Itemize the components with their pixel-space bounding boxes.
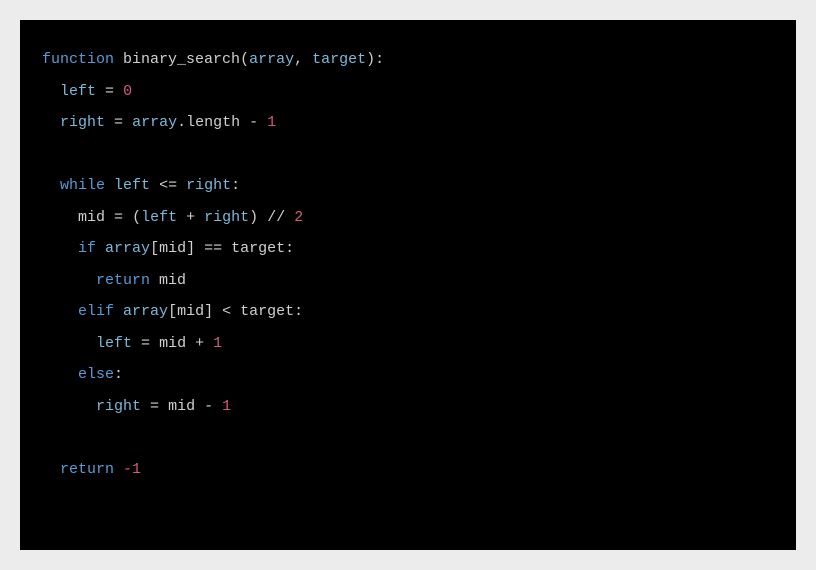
- var-mid: mid: [177, 303, 204, 320]
- op-assign: =: [105, 83, 114, 100]
- function-name: binary_search: [123, 51, 240, 68]
- var-target: target: [231, 240, 285, 257]
- var-target: target: [240, 303, 294, 320]
- var-mid: mid: [78, 209, 105, 226]
- colon: :: [375, 51, 384, 68]
- param-target: target: [312, 51, 366, 68]
- paren-open: (: [240, 51, 249, 68]
- keyword-else: else: [78, 366, 114, 383]
- var-left: left: [141, 209, 177, 226]
- code-line: return -1: [42, 454, 774, 486]
- code-line: if array[mid] == target:: [42, 233, 774, 265]
- var-right: right: [186, 177, 231, 194]
- keyword-if: if: [78, 240, 96, 257]
- var-right: right: [60, 114, 105, 131]
- op-assign: =: [141, 335, 150, 352]
- paren-open: (: [132, 209, 141, 226]
- var-mid: mid: [159, 335, 186, 352]
- var-left: left: [96, 335, 132, 352]
- code-line: elif array[mid] < target:: [42, 296, 774, 328]
- op-lt: <: [222, 303, 231, 320]
- op-assign: =: [114, 209, 123, 226]
- paren-close: ): [366, 51, 375, 68]
- number-zero: 0: [123, 83, 132, 100]
- code-line: return mid: [42, 265, 774, 297]
- bracket-close: ]: [204, 303, 213, 320]
- var-array: array: [105, 240, 150, 257]
- var-array: array: [123, 303, 168, 320]
- var-left: left: [114, 177, 150, 194]
- code-line: else:: [42, 359, 774, 391]
- code-line: mid = (left + right) // 2: [42, 202, 774, 234]
- var-mid: mid: [159, 240, 186, 257]
- paren-close: ): [249, 209, 258, 226]
- code-line: while left <= right:: [42, 170, 774, 202]
- code-block: function binary_search(array, target): l…: [20, 20, 796, 550]
- number-neg-one: -1: [123, 461, 141, 478]
- number-one: 1: [213, 335, 222, 352]
- code-line: left = mid + 1: [42, 328, 774, 360]
- code-line: right = array.length - 1: [42, 107, 774, 139]
- colon: :: [114, 366, 123, 383]
- var-left: left: [60, 83, 96, 100]
- var-mid: mid: [168, 398, 195, 415]
- var-mid: mid: [159, 272, 186, 289]
- op-floordiv: //: [267, 209, 285, 226]
- prop-length: length: [186, 114, 240, 131]
- code-line: function binary_search(array, target):: [42, 44, 774, 76]
- op-minus: -: [249, 114, 258, 131]
- code-line: left = 0: [42, 76, 774, 108]
- number-two: 2: [294, 209, 303, 226]
- op-lte: <=: [159, 177, 177, 194]
- number-one: 1: [267, 114, 276, 131]
- keyword-return: return: [60, 461, 114, 478]
- bracket-open: [: [150, 240, 159, 257]
- number-one: 1: [222, 398, 231, 415]
- keyword-while: while: [60, 177, 105, 194]
- bracket-close: ]: [186, 240, 195, 257]
- op-assign: =: [150, 398, 159, 415]
- code-line: [42, 139, 774, 171]
- op-minus: -: [204, 398, 213, 415]
- keyword-elif: elif: [78, 303, 114, 320]
- op-plus: +: [195, 335, 204, 352]
- var-right: right: [204, 209, 249, 226]
- code-line: right = mid - 1: [42, 391, 774, 423]
- var-array: array: [132, 114, 177, 131]
- dot: .: [177, 114, 186, 131]
- colon: :: [294, 303, 303, 320]
- op-eqeq: ==: [204, 240, 222, 257]
- colon: :: [231, 177, 240, 194]
- code-line: [42, 422, 774, 454]
- bracket-open: [: [168, 303, 177, 320]
- colon: :: [285, 240, 294, 257]
- comma: ,: [294, 51, 303, 68]
- op-assign: =: [114, 114, 123, 131]
- keyword-return: return: [96, 272, 150, 289]
- var-right: right: [96, 398, 141, 415]
- param-array: array: [249, 51, 294, 68]
- keyword-function: function: [42, 51, 114, 68]
- op-plus: +: [186, 209, 195, 226]
